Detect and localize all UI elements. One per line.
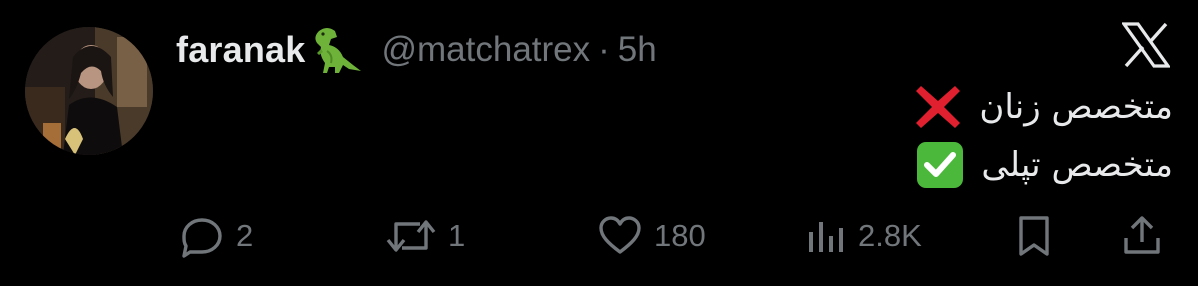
- user-handle[interactable]: @matchatrex: [381, 30, 590, 70]
- reply-count: 2: [236, 218, 254, 253]
- timestamp[interactable]: 5h: [618, 30, 657, 70]
- display-name[interactable]: faranak: [176, 29, 305, 71]
- reply-button[interactable]: 2: [178, 206, 253, 266]
- tweet-line: متخصص زنان: [473, 78, 1173, 136]
- repost-button[interactable]: 1: [384, 206, 465, 266]
- like-count: 180: [654, 218, 706, 253]
- reply-icon: [178, 212, 226, 260]
- like-button[interactable]: 180: [596, 206, 706, 266]
- tweet-text: متخصص زنان متخصص تپلی: [473, 78, 1173, 194]
- tweet-header: faranak @matchatrex · 5h: [176, 24, 657, 76]
- t-rex-emoji: [309, 25, 363, 75]
- bookmark-button[interactable]: [1012, 206, 1056, 266]
- avatar[interactable]: [25, 27, 153, 155]
- tweet-line: متخصص تپلی: [473, 136, 1173, 194]
- views-icon: [804, 212, 848, 260]
- bookmark-icon: [1012, 212, 1056, 260]
- tweet-line-text: متخصص زنان: [979, 87, 1173, 127]
- action-bar: 2 1 180 2.8K: [0, 206, 1198, 266]
- check-mark-icon: [915, 140, 965, 190]
- heart-icon: [596, 212, 644, 260]
- tweet-line-text: متخصص تپلی: [981, 145, 1173, 185]
- views-button[interactable]: 2.8K: [804, 206, 922, 266]
- share-button[interactable]: [1120, 206, 1164, 266]
- separator-dot: ·: [598, 30, 610, 69]
- views-count: 2.8K: [858, 218, 922, 253]
- repost-count: 1: [448, 218, 466, 253]
- x-logo-icon: [1120, 22, 1172, 68]
- share-icon: [1120, 212, 1164, 260]
- cross-mark-icon: [913, 82, 963, 132]
- repost-icon: [384, 212, 438, 260]
